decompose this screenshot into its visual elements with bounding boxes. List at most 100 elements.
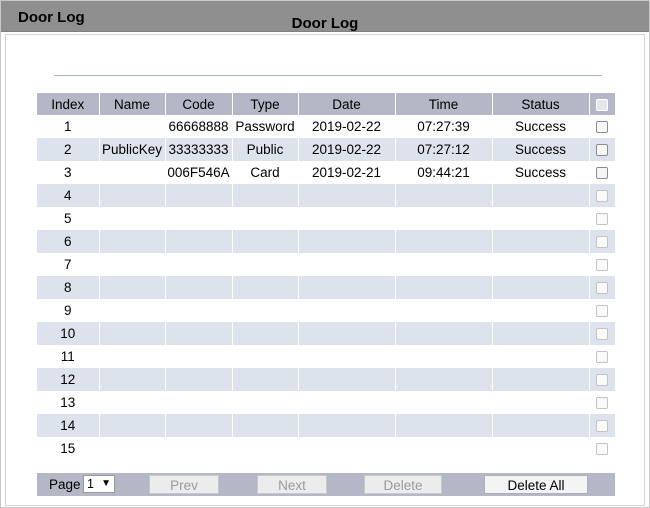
cell-time: 07:27:39 bbox=[395, 115, 493, 138]
cell-index: 9 bbox=[37, 299, 100, 322]
cell-date bbox=[298, 253, 396, 276]
page-select[interactable]: 1 ▼ bbox=[83, 475, 115, 493]
table-header-row: Index Name Code Type Date Time Status bbox=[37, 93, 616, 115]
cell-code bbox=[165, 276, 233, 299]
cell-status bbox=[492, 414, 590, 437]
cell-type bbox=[232, 207, 299, 230]
door-log-table: Index Name Code Type Date Time Status 1 6… bbox=[37, 93, 616, 460]
prev-button[interactable]: Prev bbox=[149, 475, 219, 494]
cell-time bbox=[395, 184, 493, 207]
select-all-cell bbox=[589, 93, 616, 115]
cell-index: 6 bbox=[37, 230, 100, 253]
row-checkbox[interactable] bbox=[596, 121, 608, 134]
next-button[interactable]: Next bbox=[257, 475, 327, 494]
cell-time bbox=[395, 368, 493, 391]
cell-date bbox=[298, 322, 396, 345]
cell-type bbox=[232, 322, 299, 345]
cell-name bbox=[99, 276, 166, 299]
delete-button[interactable]: Delete bbox=[364, 475, 442, 494]
cell-type bbox=[232, 345, 299, 368]
row-checkbox[interactable] bbox=[596, 259, 608, 272]
row-checkbox[interactable] bbox=[596, 397, 608, 410]
row-checkbox[interactable] bbox=[596, 351, 608, 364]
cell-name bbox=[99, 230, 166, 253]
row-checkbox[interactable] bbox=[596, 213, 608, 226]
cell-type bbox=[232, 414, 299, 437]
cell-code bbox=[165, 391, 233, 414]
table-row: 8 bbox=[37, 276, 616, 299]
cell-time bbox=[395, 207, 493, 230]
cell-date bbox=[298, 276, 396, 299]
page-select-value: 1 bbox=[87, 477, 94, 491]
row-checkbox[interactable] bbox=[596, 282, 608, 295]
cell-code bbox=[165, 207, 233, 230]
cell-type: Public bbox=[232, 138, 299, 161]
cell-date bbox=[298, 299, 396, 322]
cell-time bbox=[395, 391, 493, 414]
cell-index: 13 bbox=[37, 391, 100, 414]
cell-date bbox=[298, 230, 396, 253]
cell-date bbox=[298, 345, 396, 368]
cell-name bbox=[99, 115, 166, 138]
cell-name bbox=[99, 207, 166, 230]
cell-time bbox=[395, 345, 493, 368]
page-label: Page bbox=[49, 477, 81, 492]
row-checkbox[interactable] bbox=[596, 144, 608, 157]
cell-name bbox=[99, 414, 166, 437]
cell-index: 11 bbox=[37, 345, 100, 368]
cell-time bbox=[395, 276, 493, 299]
cell-time bbox=[395, 299, 493, 322]
row-checkbox[interactable] bbox=[596, 374, 608, 387]
cell-code bbox=[165, 253, 233, 276]
cell-code: 006F546A bbox=[165, 161, 233, 184]
cell-status bbox=[492, 207, 590, 230]
cell-time: 09:44:21 bbox=[395, 161, 493, 184]
cell-status: Success bbox=[492, 161, 590, 184]
cell-status: Success bbox=[492, 138, 590, 161]
cell-select bbox=[589, 184, 616, 207]
cell-name: PublicKey bbox=[99, 138, 166, 161]
cell-status bbox=[492, 276, 590, 299]
row-checkbox[interactable] bbox=[596, 167, 608, 180]
select-all-checkbox[interactable] bbox=[596, 98, 608, 111]
cell-date: 2019-02-22 bbox=[298, 138, 396, 161]
row-checkbox[interactable] bbox=[596, 443, 608, 456]
cell-index: 7 bbox=[37, 253, 100, 276]
cell-code bbox=[165, 184, 233, 207]
delete-all-button[interactable]: Delete All bbox=[484, 475, 588, 494]
cell-select bbox=[589, 276, 616, 299]
cell-type bbox=[232, 391, 299, 414]
cell-time bbox=[395, 322, 493, 345]
table-row: 11 bbox=[37, 345, 616, 368]
row-checkbox[interactable] bbox=[596, 420, 608, 433]
cell-type: Card bbox=[232, 161, 299, 184]
row-checkbox[interactable] bbox=[596, 305, 608, 318]
header-type: Type bbox=[232, 93, 299, 115]
cell-index: 3 bbox=[37, 161, 100, 184]
cell-select bbox=[589, 322, 616, 345]
table-row: 9 bbox=[37, 299, 616, 322]
row-checkbox[interactable] bbox=[596, 190, 608, 203]
cell-type bbox=[232, 184, 299, 207]
cell-date bbox=[298, 207, 396, 230]
table-row: 15 bbox=[37, 437, 616, 460]
header-time: Time bbox=[395, 93, 493, 115]
cell-select bbox=[589, 207, 616, 230]
cell-code bbox=[165, 322, 233, 345]
cell-date bbox=[298, 368, 396, 391]
section-title: Door Log bbox=[291, 15, 359, 32]
cell-status bbox=[492, 437, 590, 460]
cell-name bbox=[99, 161, 166, 184]
cell-date bbox=[298, 414, 396, 437]
cell-index: 12 bbox=[37, 368, 100, 391]
cell-index: 8 bbox=[37, 276, 100, 299]
cell-time bbox=[395, 230, 493, 253]
row-checkbox[interactable] bbox=[596, 236, 608, 249]
row-checkbox[interactable] bbox=[596, 328, 608, 341]
table-row: 14 bbox=[37, 414, 616, 437]
cell-status bbox=[492, 184, 590, 207]
table-row: 6 bbox=[37, 230, 616, 253]
table-row: 3 006F546A Card 2019-02-21 09:44:21 Success bbox=[37, 161, 616, 184]
cell-type: Password bbox=[232, 115, 299, 138]
cell-type bbox=[232, 437, 299, 460]
